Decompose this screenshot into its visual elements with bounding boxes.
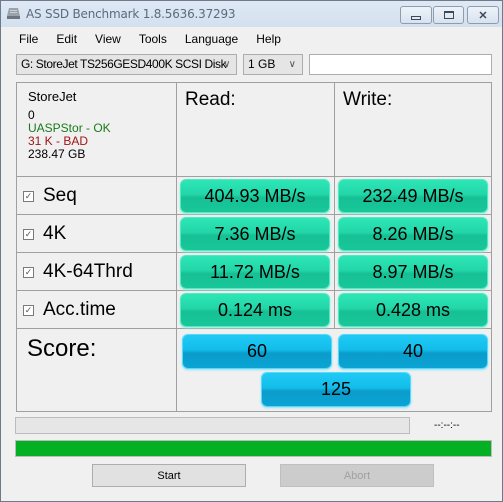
disk-select-value: G: StoreJet TS256GESD400K SCSI Disk	[21, 57, 227, 71]
seq-read-result: 404.93 MB/s	[180, 179, 330, 213]
window-title: AS SSD Benchmark 1.8.5636.37293	[26, 7, 236, 21]
divider	[17, 290, 491, 291]
test-label: 4K-64Thrd	[43, 261, 133, 282]
test-seq[interactable]: ✓ Seq	[23, 178, 77, 214]
menu-view[interactable]: View	[95, 32, 121, 46]
chevron-down-icon: ∨	[288, 59, 296, 70]
seq-write-result: 232.49 MB/s	[338, 179, 488, 213]
4k64-read-result: 11.72 MB/s	[180, 255, 330, 289]
4k-read-result: 7.36 MB/s	[180, 217, 330, 251]
acc-read-result: 0.124 ms	[180, 293, 330, 327]
abort-button[interactable]: Abort	[280, 464, 434, 487]
minimize-icon	[411, 16, 421, 20]
drive-info: StoreJet 0 UASPStor - OK 31 K - BAD 238.…	[28, 90, 111, 161]
4k-write-result: 8.26 MB/s	[338, 217, 488, 251]
menu-tools[interactable]: Tools	[139, 32, 167, 46]
overall-progress-fill	[16, 441, 491, 456]
checkbox-icon[interactable]: ✓	[23, 190, 34, 202]
maximize-button[interactable]	[433, 6, 464, 24]
checkbox-icon[interactable]: ✓	[23, 304, 34, 316]
chevron-down-icon: ∨	[223, 59, 230, 70]
results-grid: StoreJet 0 UASPStor - OK 31 K - BAD 238.…	[16, 82, 492, 412]
menu-edit[interactable]: Edit	[56, 32, 77, 46]
divider	[17, 252, 491, 253]
test-label: Seq	[43, 185, 77, 206]
close-button[interactable]: ✕	[467, 6, 499, 24]
test-label: 4K	[43, 223, 67, 244]
text-input[interactable]	[309, 54, 492, 75]
divider	[17, 328, 491, 329]
start-button[interactable]: Start	[92, 464, 246, 487]
checkbox-icon[interactable]: ✓	[23, 266, 34, 278]
app-window: AS SSD Benchmark 1.8.5636.37293 ✕ File E…	[0, 0, 503, 502]
divider	[176, 83, 177, 328]
test-4k-64thrd[interactable]: ✓ 4K-64Thrd	[23, 254, 133, 290]
test-label: Acc.time	[43, 299, 116, 320]
write-header: Write:	[343, 89, 393, 110]
test-4k[interactable]: ✓ 4K	[23, 216, 66, 252]
score-label: Score:	[27, 335, 97, 362]
score-total: 125	[261, 372, 411, 407]
test-progress-bar	[15, 417, 410, 434]
drive-name: StoreJet	[28, 89, 77, 104]
title-bar[interactable]: AS SSD Benchmark 1.8.5636.37293 ✕	[1, 1, 502, 27]
drive-capacity: 238.47 GB	[28, 147, 86, 161]
menu-file[interactable]: File	[19, 32, 38, 46]
read-header: Read:	[185, 89, 236, 110]
menu-help[interactable]: Help	[256, 32, 281, 46]
divider	[176, 328, 177, 412]
divider	[17, 176, 491, 177]
4k64-write-result: 8.97 MB/s	[338, 255, 488, 289]
elapsed-time: --:--:--	[434, 420, 460, 431]
acc-write-result: 0.428 ms	[338, 293, 488, 327]
disk-select[interactable]: G: StoreJet TS256GESD400K SCSI Disk ∨	[16, 54, 237, 75]
size-select-value: 1 GB	[248, 57, 276, 71]
drive-icon	[7, 8, 20, 19]
size-select[interactable]: 1 GB ∨	[243, 54, 303, 75]
score-read: 60	[182, 334, 332, 369]
minimize-button[interactable]	[400, 6, 432, 24]
divider	[17, 214, 491, 215]
close-icon: ✕	[478, 9, 488, 22]
checkbox-icon[interactable]: ✓	[23, 228, 34, 240]
test-acc-time[interactable]: ✓ Acc.time	[23, 292, 116, 328]
overall-progress-bar	[15, 440, 492, 457]
divider	[334, 83, 335, 328]
maximize-icon	[443, 11, 454, 19]
menu-language[interactable]: Language	[185, 32, 238, 46]
score-write: 40	[338, 334, 488, 369]
menu-bar: File Edit View Tools Language Help	[1, 28, 502, 50]
